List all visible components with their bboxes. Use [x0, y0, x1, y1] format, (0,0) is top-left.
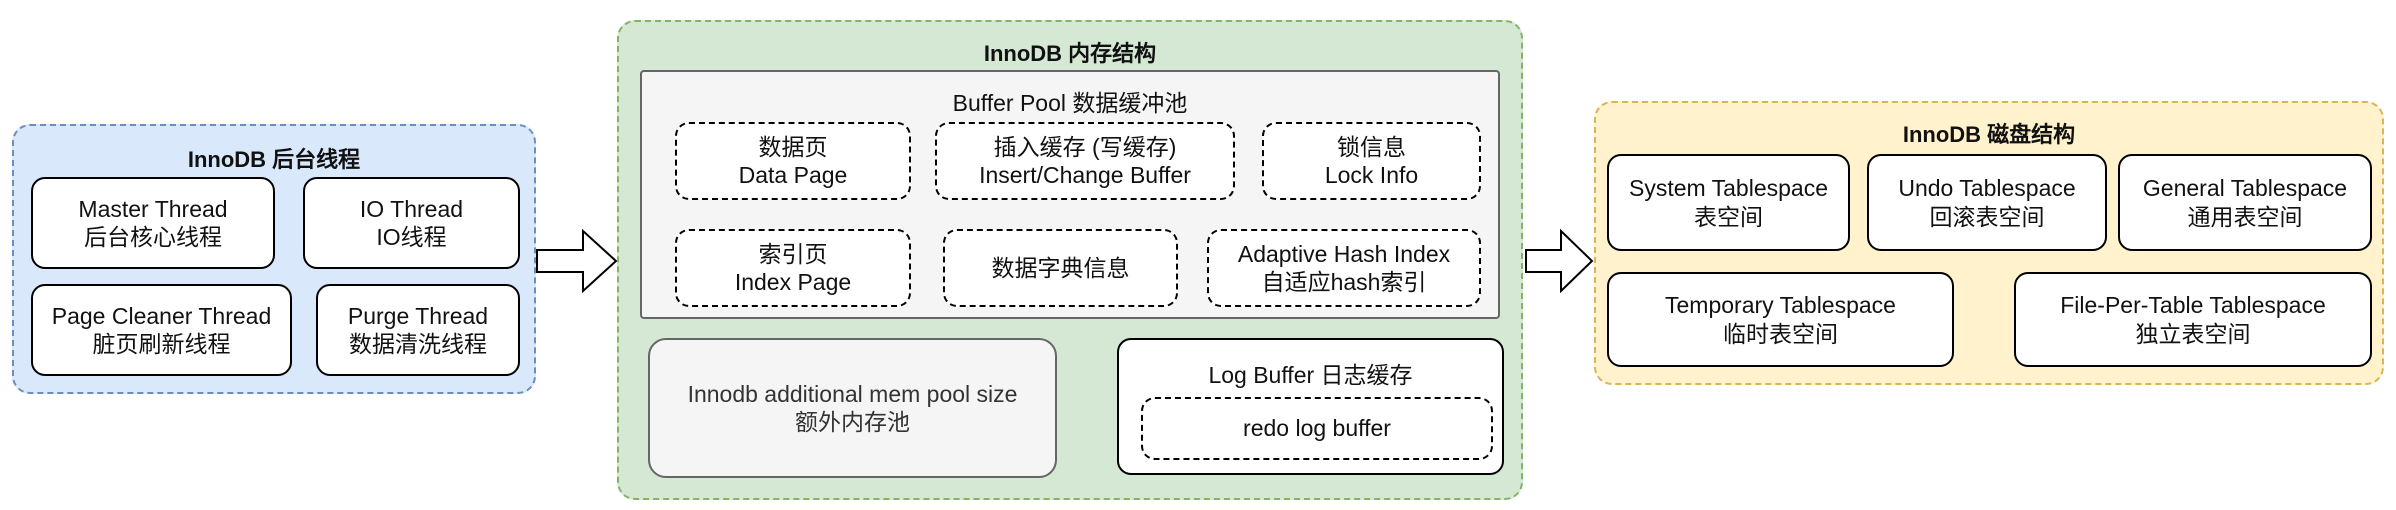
node-label-line1: 锁信息: [1337, 133, 1406, 160]
node-label-zh: 脏页刷新线程: [92, 331, 231, 357]
index-page-node: 索引页 Index Page: [675, 229, 911, 307]
additional-mem-pool-node: Innodb additional mem pool size 额外内存池: [648, 338, 1057, 478]
lock-info-node: 锁信息 Lock Info: [1262, 122, 1481, 200]
node-label-zh: 回滚表空间: [1929, 203, 2045, 230]
change-buffer-node: 插入缓存 (写缓存) Insert/Change Buffer: [935, 122, 1235, 200]
io-thread-node: IO Thread IO线程: [303, 177, 520, 269]
data-page-node: 数据页 Data Page: [675, 122, 911, 200]
node-label-en: Page Cleaner Thread: [51, 302, 272, 329]
data-dictionary-node: 数据字典信息: [943, 229, 1178, 307]
adaptive-hash-index-node: Adaptive Hash Index 自适应hash索引: [1207, 229, 1481, 307]
right-arrow-icon: [1525, 229, 1594, 293]
node-label-en: Master Thread: [78, 195, 228, 222]
log-buffer-title: Log Buffer 日志缓存: [1208, 362, 1413, 388]
disk-title: InnoDB 磁盘结构: [1902, 122, 2076, 147]
right-arrow-icon: [536, 229, 618, 293]
purge-thread-node: Purge Thread 数据清洗线程: [316, 284, 520, 376]
node-label-line2: 自适应hash索引: [1261, 269, 1427, 295]
node-label-en: Innodb additional mem pool size: [687, 380, 1018, 407]
node-label-zh: 独立表空间: [2135, 320, 2251, 347]
node-label-en: System Tablespace: [1628, 175, 1828, 202]
page-cleaner-thread-node: Page Cleaner Thread 脏页刷新线程: [31, 284, 292, 376]
node-label-en: Undo Tablespace: [1898, 175, 2076, 202]
undo-tablespace-node: Undo Tablespace 回滚表空间: [1867, 154, 2107, 251]
memory-title: InnoDB 内存结构: [983, 41, 1157, 66]
master-thread-node: Master Thread 后台核心线程: [31, 177, 275, 269]
node-label-line2: Index Page: [734, 269, 852, 295]
node-label-en: Temporary Tablespace: [1665, 292, 1896, 319]
buffer-pool-title: Buffer Pool 数据缓冲池: [952, 90, 1188, 116]
general-tablespace-node: General Tablespace 通用表空间: [2118, 154, 2372, 251]
node-label-en: File-Per-Table Tablespace: [2060, 292, 2326, 319]
node-label-zh: IO线程: [376, 224, 447, 250]
node-label-en: Purge Thread: [347, 302, 489, 329]
node-label-zh: 通用表空间: [2187, 203, 2303, 230]
node-label-line1: 数据页: [758, 133, 828, 160]
node-label-line2: Lock Info: [1324, 162, 1419, 188]
file-per-table-tablespace-node: File-Per-Table Tablespace 独立表空间: [2014, 272, 2372, 367]
system-tablespace-node: System Tablespace 表空间: [1607, 154, 1850, 251]
temporary-tablespace-node: Temporary Tablespace 临时表空间: [1607, 272, 1954, 367]
node-label-line1: 插入缓存 (写缓存): [993, 133, 1177, 160]
node-label-en: General Tablespace: [2142, 175, 2348, 202]
node-label-line2: Data Page: [738, 162, 848, 188]
node-label-zh: 表空间: [1694, 203, 1763, 230]
node-label-en: IO Thread: [359, 195, 464, 222]
node-label-line1: 索引页: [758, 240, 828, 267]
node-label-line2: Insert/Change Buffer: [979, 162, 1191, 188]
node-label-line1: Adaptive Hash Index: [1237, 240, 1451, 267]
node-label-line1: redo log buffer: [1243, 415, 1391, 442]
node-label-zh: 临时表空间: [1723, 320, 1838, 347]
threads-title: InnoDB 后台线程: [187, 147, 361, 172]
node-label-line1: 数据字典信息: [991, 254, 1130, 281]
node-label-zh: 数据清洗线程: [349, 331, 487, 357]
redo-log-buffer-node: redo log buffer: [1141, 397, 1493, 460]
node-label-zh: 后台核心线程: [84, 224, 222, 250]
node-label-zh: 额外内存池: [795, 409, 910, 435]
